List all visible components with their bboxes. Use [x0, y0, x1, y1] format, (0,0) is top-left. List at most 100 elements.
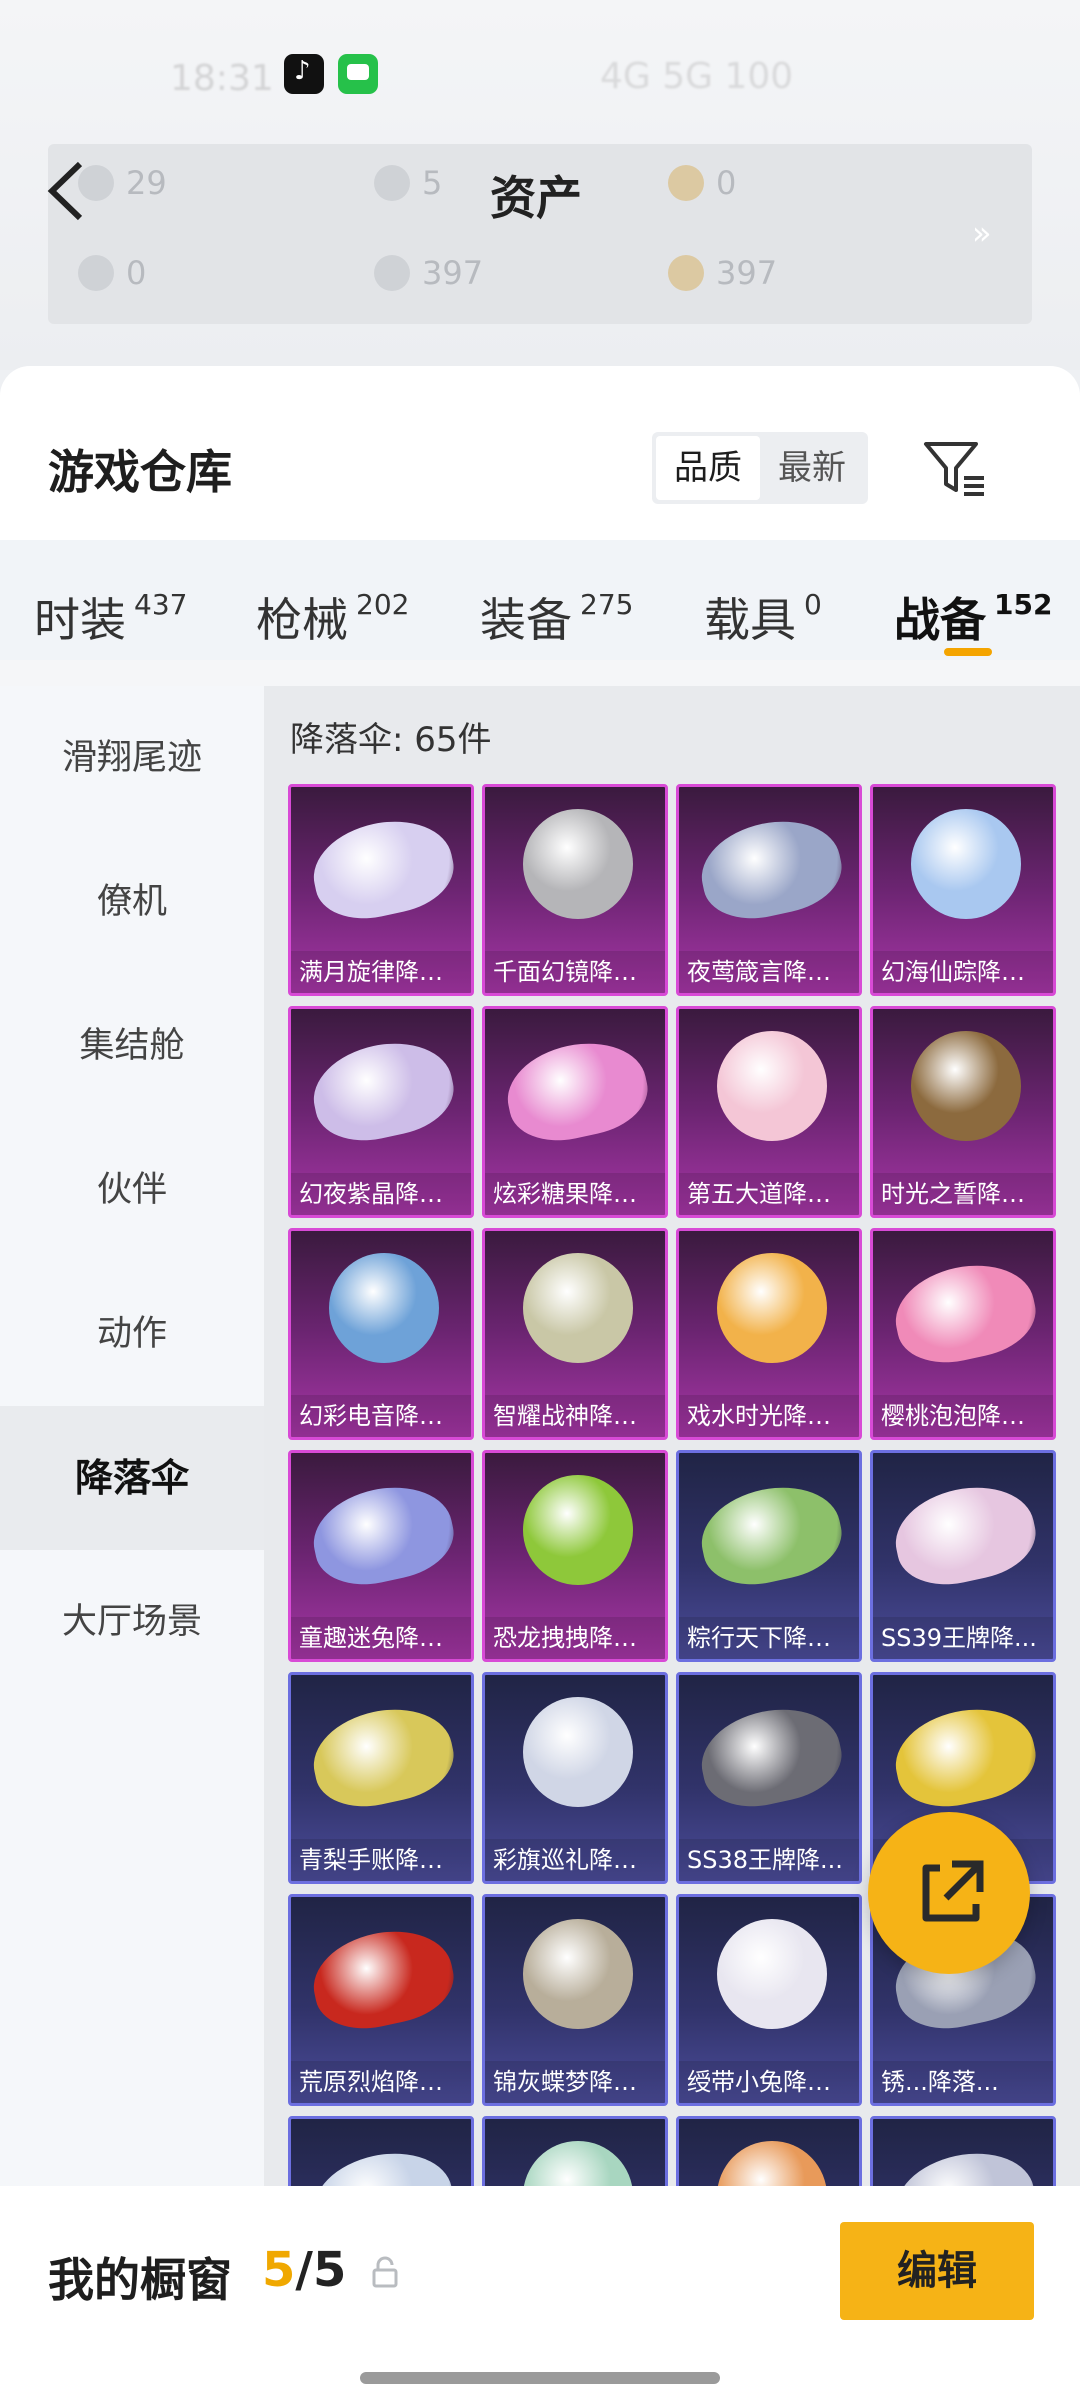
parachute-card[interactable]: 荒原烈焰降落...: [288, 1894, 474, 2106]
sidebar-item-companion[interactable]: 伙伴: [0, 1118, 264, 1262]
share-button[interactable]: [868, 1812, 1030, 1974]
asset-value: 397: [422, 254, 484, 292]
parachute-card[interactable]: SS38王牌降...: [676, 1672, 862, 1884]
chevron-left-icon: [47, 161, 83, 221]
sidebar-item-parachute[interactable]: 降落伞: [0, 1406, 264, 1550]
tab-fashion[interactable]: 时装 437: [34, 584, 187, 650]
item-grid-area: 降落伞: 65件 满月旋律降落... 千面幻镜降落... 夜莺箴言降落... 幻海仙踪…: [264, 686, 1080, 2400]
asset-value: 29: [126, 164, 167, 202]
sidebar-item-wingman[interactable]: 僚机: [0, 830, 264, 974]
tiktok-icon: [284, 54, 324, 94]
parachute-card[interactable]: 满月旋律降落...: [288, 784, 474, 996]
parachute-image: [523, 1919, 633, 2029]
parachute-image: [304, 1697, 462, 1817]
sort-toggle: 品质 最新: [652, 432, 868, 504]
sort-latest-button[interactable]: 最新: [760, 436, 864, 500]
asset-item: 0: [668, 164, 736, 202]
parachute-card[interactable]: 绶带小兔降落...: [676, 1894, 862, 2106]
parachute-name: 夜莺箴言降落...: [679, 951, 859, 993]
parachute-name: 幻海仙踪降落...: [873, 951, 1053, 993]
home-indicator[interactable]: [360, 2372, 720, 2384]
asset-value: 0: [126, 254, 147, 292]
assets-more-icon[interactable]: »: [972, 214, 992, 252]
top-header: 18:31 4G 5G 100 29 5 0 0 397 397 资产 »: [0, 0, 1080, 370]
parachute-card[interactable]: 幻彩电音降落...: [288, 1228, 474, 1440]
parachute-image: [304, 1919, 462, 2039]
silver-coin-icon: [374, 255, 410, 291]
asset-item: 5: [374, 164, 442, 202]
parachute-image: [886, 1697, 1044, 1817]
sidebar-item-emote[interactable]: 动作: [0, 1262, 264, 1406]
parachute-image: [911, 809, 1021, 919]
parachute-card[interactable]: 夜莺箴言降落...: [676, 784, 862, 996]
asset-item: 0: [78, 254, 146, 292]
parachute-image: [329, 1253, 439, 1363]
lock-icon: [372, 2256, 398, 2288]
tab-equipment[interactable]: 装备 275: [480, 584, 633, 650]
status-indicators: 4G 5G 100: [600, 56, 794, 97]
parachute-name: 满月旋律降落...: [291, 951, 471, 993]
panel-header: 游戏仓库 品质 最新: [0, 366, 1080, 540]
item-count-title: 降落伞: 65件: [290, 720, 492, 760]
parachute-name: 炫彩糖果降落...: [485, 1173, 665, 1215]
parachute-image: [523, 1253, 633, 1363]
filter-icon[interactable]: [922, 438, 988, 498]
parachute-card[interactable]: 时光之誓降落...: [870, 1006, 1056, 1218]
parachute-card[interactable]: 戏水时光降落...: [676, 1228, 862, 1440]
parachute-name: 荒原烈焰降落...: [291, 2061, 471, 2103]
parachute-card[interactable]: 青梨手账降落...: [288, 1672, 474, 1884]
parachute-card[interactable]: 幻海仙踪降落...: [870, 784, 1056, 996]
status-time: 18:31: [170, 58, 274, 99]
active-tab-indicator: [944, 648, 992, 656]
parachute-image: [498, 1031, 656, 1151]
asset-item: 29: [78, 164, 167, 202]
parachute-card[interactable]: 彩旗巡礼降落...: [482, 1672, 668, 1884]
parachute-card[interactable]: 童趣迷兔降落...: [288, 1450, 474, 1662]
parachute-card[interactable]: 恐龙拽拽降落...: [482, 1450, 668, 1662]
sidebar-item-lobby-scene[interactable]: 大厅场景: [0, 1550, 264, 1694]
parachute-card[interactable]: 锦灰蝶梦降落...: [482, 1894, 668, 2106]
gold-coin-icon: [668, 165, 704, 201]
message-icon: [338, 54, 378, 94]
page-title: 游戏仓库: [48, 445, 232, 499]
parachute-name: 恐龙拽拽降落...: [485, 1617, 665, 1659]
asset-item: 397: [374, 254, 483, 292]
parachute-name: 戏水时光降落...: [679, 1395, 859, 1437]
sidebar-item-pod[interactable]: 集结舱: [0, 974, 264, 1118]
parachute-card[interactable]: 炫彩糖果降落...: [482, 1006, 668, 1218]
external-link-icon: [922, 1860, 984, 1922]
asset-value: 5: [422, 164, 443, 202]
tab-readiness[interactable]: 战备 152: [894, 584, 1052, 650]
parachute-card[interactable]: SS39王牌降...: [870, 1450, 1056, 1662]
sidebar-item-glide-trail[interactable]: 滑翔尾迹: [0, 686, 264, 830]
parachute-name: 彩旗巡礼降落...: [485, 1839, 665, 1881]
warehouse-panel: 游戏仓库 品质 最新 时装 437 枪械 202 装备 275 载具 0 战备 152 滑…: [0, 366, 1080, 2400]
parachute-name: 第五大道降落...: [679, 1173, 859, 1215]
gold-coin-icon: [668, 255, 704, 291]
parachute-name: SS39王牌降...: [873, 1617, 1053, 1659]
back-button[interactable]: [44, 156, 88, 226]
parachute-name: 幻夜紫晶降落...: [291, 1173, 471, 1215]
parachute-card[interactable]: 粽行天下降落...: [676, 1450, 862, 1662]
parachute-image: [717, 1253, 827, 1363]
parachute-name: SS38王牌降...: [679, 1839, 859, 1881]
edit-button[interactable]: 编辑: [840, 2222, 1034, 2320]
parachute-card[interactable]: 第五大道降落...: [676, 1006, 862, 1218]
parachute-card[interactable]: 千面幻镜降落...: [482, 784, 668, 996]
parachute-image: [523, 1475, 633, 1585]
sort-quality-button[interactable]: 品质: [656, 436, 760, 500]
showcase-label: 我的橱窗: [48, 2253, 232, 2307]
asset-value: 0: [716, 164, 737, 202]
parachute-image: [886, 1253, 1044, 1373]
status-bar: 18:31 4G 5G 100: [0, 40, 1080, 110]
parachute-name: 樱桃泡泡降落...: [873, 1395, 1053, 1437]
parachute-card[interactable]: 幻夜紫晶降落...: [288, 1006, 474, 1218]
asset-item: 397: [668, 254, 777, 292]
parachute-card[interactable]: 樱桃泡泡降落...: [870, 1228, 1056, 1440]
parachute-name: 时光之誓降落...: [873, 1173, 1053, 1215]
tab-guns[interactable]: 枪械 202: [256, 584, 409, 650]
card-icon: [78, 255, 114, 291]
tab-vehicles[interactable]: 载具 0: [704, 584, 822, 650]
parachute-name: 粽行天下降落...: [679, 1617, 859, 1659]
parachute-card[interactable]: 智耀战神降落...: [482, 1228, 668, 1440]
